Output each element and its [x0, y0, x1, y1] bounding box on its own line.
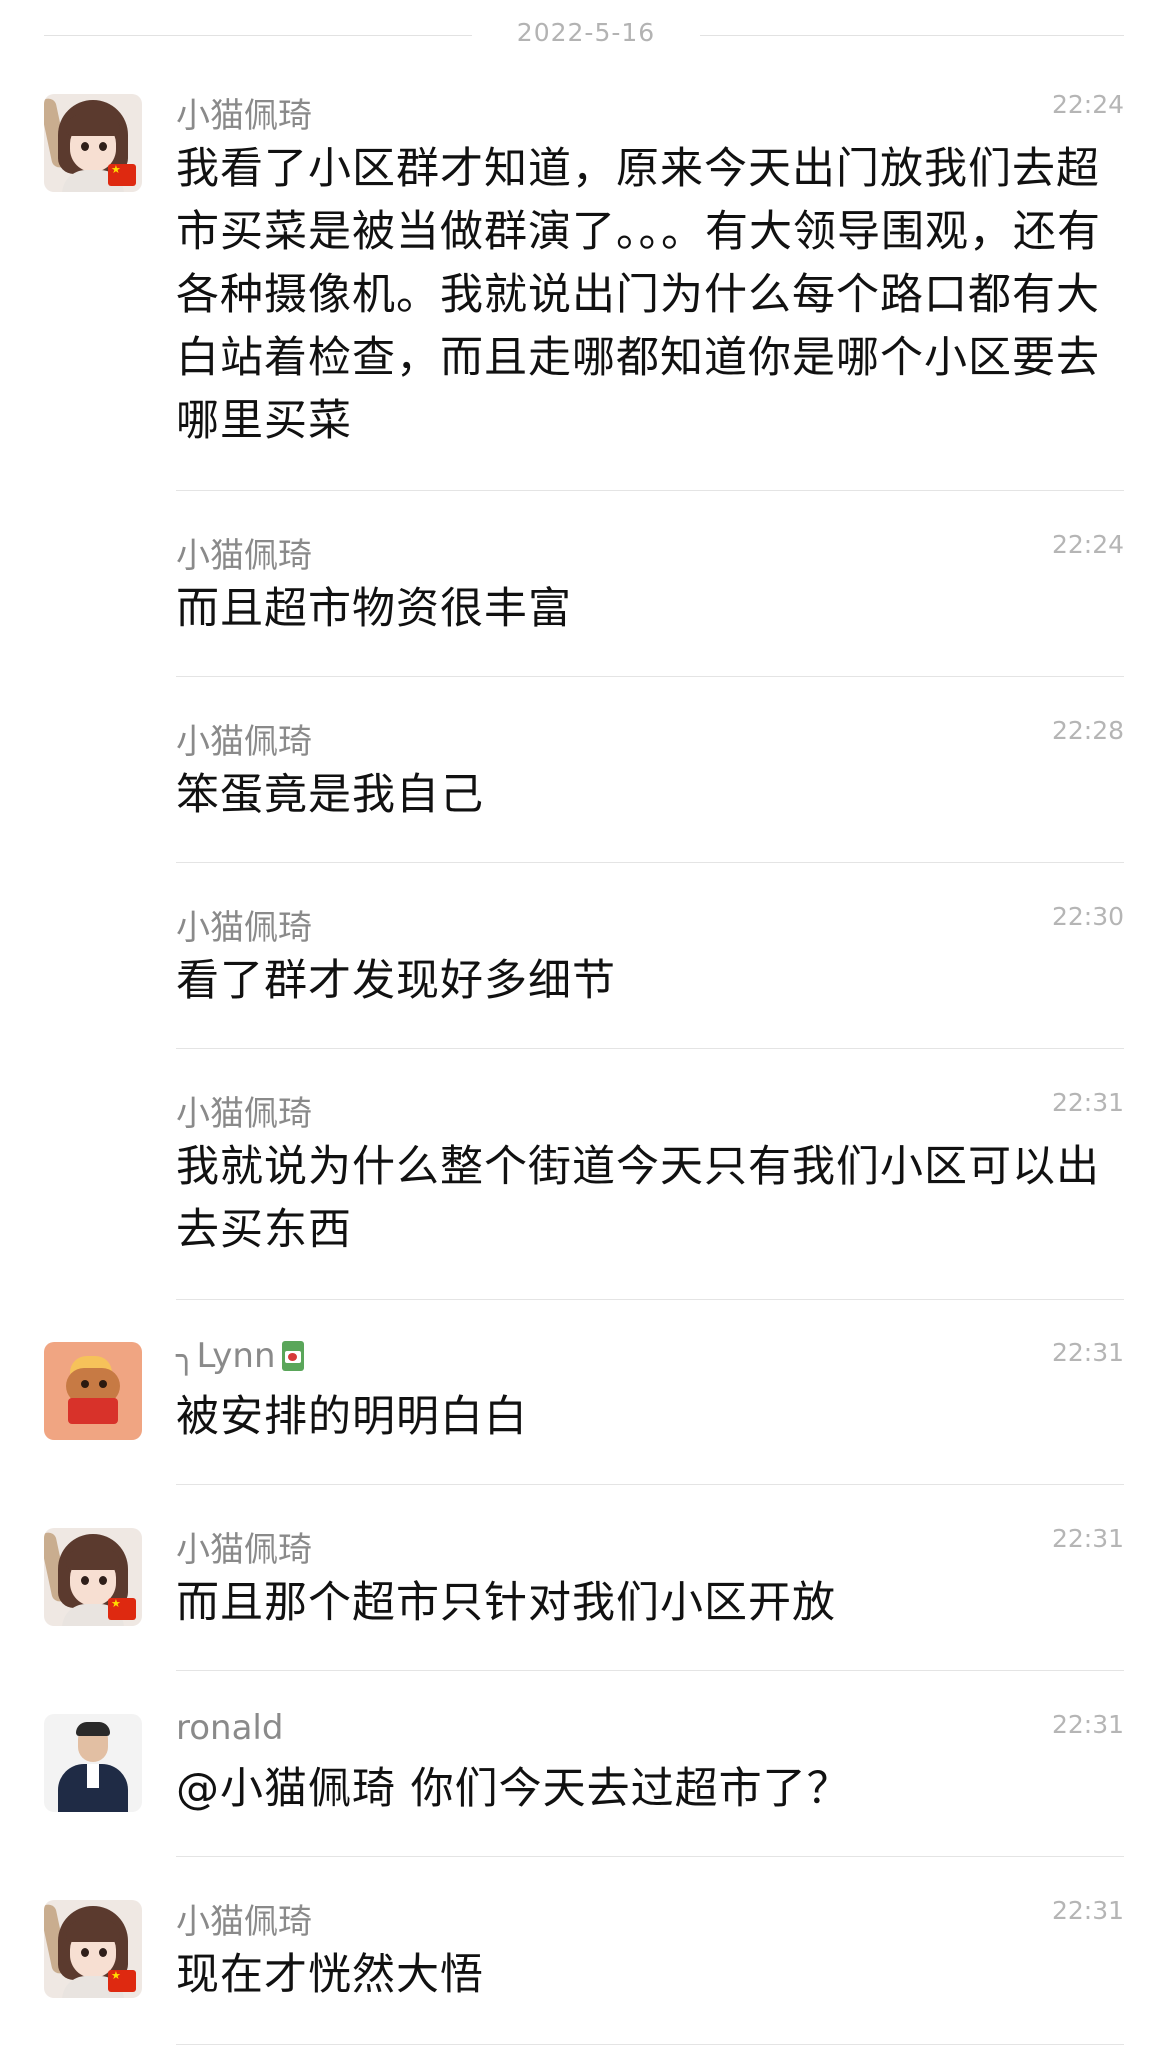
chat-message[interactable]: 小猫佩琦 22:31 我就说为什么整个街道今天只有我们小区可以出去买东西: [0, 1050, 1168, 1300]
chat-message[interactable]: 小猫佩琦 22:28 笨蛋竟是我自己: [0, 678, 1168, 864]
sender-name-text: ╮Lynn: [176, 1336, 276, 1376]
eye-shape: [99, 142, 107, 151]
chat-message[interactable]: 小猫佩琦 22:24 而且超市物资很丰富: [0, 492, 1168, 678]
message-time: 22:24: [1051, 530, 1124, 559]
avatar-ronald[interactable]: [44, 1714, 142, 1812]
eye-shape: [81, 1576, 89, 1585]
chat-message[interactable]: ╮Lynn 22:31 被安排的明明白白: [0, 1300, 1168, 1486]
eye-shape: [99, 1576, 107, 1585]
chat-message[interactable]: ★ 小猫佩琦 22:31 现在才恍然大悟: [0, 1858, 1168, 2048]
chat-message[interactable]: 小猫佩琦 22:30 看了群才发现好多细节: [0, 864, 1168, 1050]
message-time: 22:31: [1051, 1710, 1124, 1739]
sender-name[interactable]: ronald: [176, 1708, 283, 1748]
eye-shape: [81, 1948, 89, 1957]
eye-shape: [99, 1380, 107, 1388]
sender-name[interactable]: ╮Lynn: [176, 1336, 304, 1376]
date-divider: 2022-5-16: [0, 0, 1168, 72]
sender-name[interactable]: 小猫佩琦: [176, 1894, 312, 1943]
message-separator: [176, 862, 1124, 863]
message-time: 22:30: [1051, 902, 1124, 931]
china-flag-icon: ★: [108, 164, 136, 186]
eye-shape: [81, 142, 89, 151]
chat-message[interactable]: ★ 小猫佩琦 22:24 我看了小区群才知道，原来今天出门放我们去超市买菜是被当…: [0, 72, 1168, 492]
message-time: 22:31: [1051, 1338, 1124, 1367]
message-separator: [176, 1484, 1124, 1485]
sender-name[interactable]: 小猫佩琦: [176, 1086, 312, 1135]
message-text[interactable]: 我看了小区群才知道，原来今天出门放我们去超市买菜是被当做群演了。。。有大领导围观…: [176, 138, 1124, 453]
avatar-xiaomao[interactable]: ★: [44, 1528, 142, 1626]
date-label: 2022-5-16: [516, 18, 656, 47]
message-text[interactable]: 看了群才发现好多细节: [176, 950, 1124, 1013]
juice-drop: [287, 1353, 297, 1361]
message-text[interactable]: 我就说为什么整个街道今天只有我们小区可以出去买东西: [176, 1136, 1124, 1262]
bangs-shape: [66, 114, 120, 136]
chat-message[interactable]: ronald 22:31 @小猫佩琦 你们今天去过超市了？: [0, 1672, 1168, 1858]
message-text[interactable]: 而且那个超市只针对我们小区开放: [176, 1572, 1124, 1635]
juice-box-icon: [281, 1341, 304, 1371]
avatar-xiaomao[interactable]: ★: [44, 94, 142, 192]
message-separator: [176, 676, 1124, 677]
message-time: 22:31: [1051, 1524, 1124, 1553]
shirt-shape: [87, 1764, 99, 1788]
china-flag-icon: ★: [108, 1598, 136, 1620]
sender-name[interactable]: 小猫佩琦: [176, 88, 312, 137]
message-separator: [176, 1856, 1124, 1857]
eye-shape: [81, 1380, 89, 1388]
sender-name[interactable]: 小猫佩琦: [176, 528, 312, 577]
sender-name[interactable]: 小猫佩琦: [176, 900, 312, 949]
avatar-xiaomao[interactable]: ★: [44, 1900, 142, 1998]
message-time: 22:28: [1051, 716, 1124, 745]
message-text[interactable]: 被安排的明明白白: [176, 1386, 1124, 1449]
bangs-shape: [66, 1920, 120, 1942]
message-separator: [176, 2044, 1124, 2045]
message-text[interactable]: @小猫佩琦 你们今天去过超市了？: [176, 1758, 1124, 1821]
message-time: 22:31: [1051, 1896, 1124, 1925]
avatar-lynn[interactable]: [44, 1342, 142, 1440]
message-text[interactable]: 而且超市物资很丰富: [176, 578, 1124, 641]
divider-line-right: [700, 35, 1124, 36]
message-text[interactable]: 笨蛋竟是我自己: [176, 764, 1124, 827]
eye-shape: [99, 1948, 107, 1957]
hair-shape: [76, 1722, 110, 1736]
message-separator: [176, 1670, 1124, 1671]
box-shape: [68, 1398, 118, 1424]
bangs-shape: [66, 1548, 120, 1570]
sender-name[interactable]: 小猫佩琦: [176, 714, 312, 763]
sender-name[interactable]: 小猫佩琦: [176, 1522, 312, 1571]
chat-message[interactable]: ★ 小猫佩琦 22:31 而且那个超市只针对我们小区开放: [0, 1486, 1168, 1672]
message-time: 22:31: [1051, 1088, 1124, 1117]
china-flag-icon: ★: [108, 1970, 136, 1992]
message-separator: [176, 490, 1124, 491]
message-time: 22:24: [1051, 90, 1124, 119]
message-separator: [176, 1048, 1124, 1049]
message-text[interactable]: 现在才恍然大悟: [176, 1944, 1124, 2007]
divider-line-left: [44, 35, 472, 36]
